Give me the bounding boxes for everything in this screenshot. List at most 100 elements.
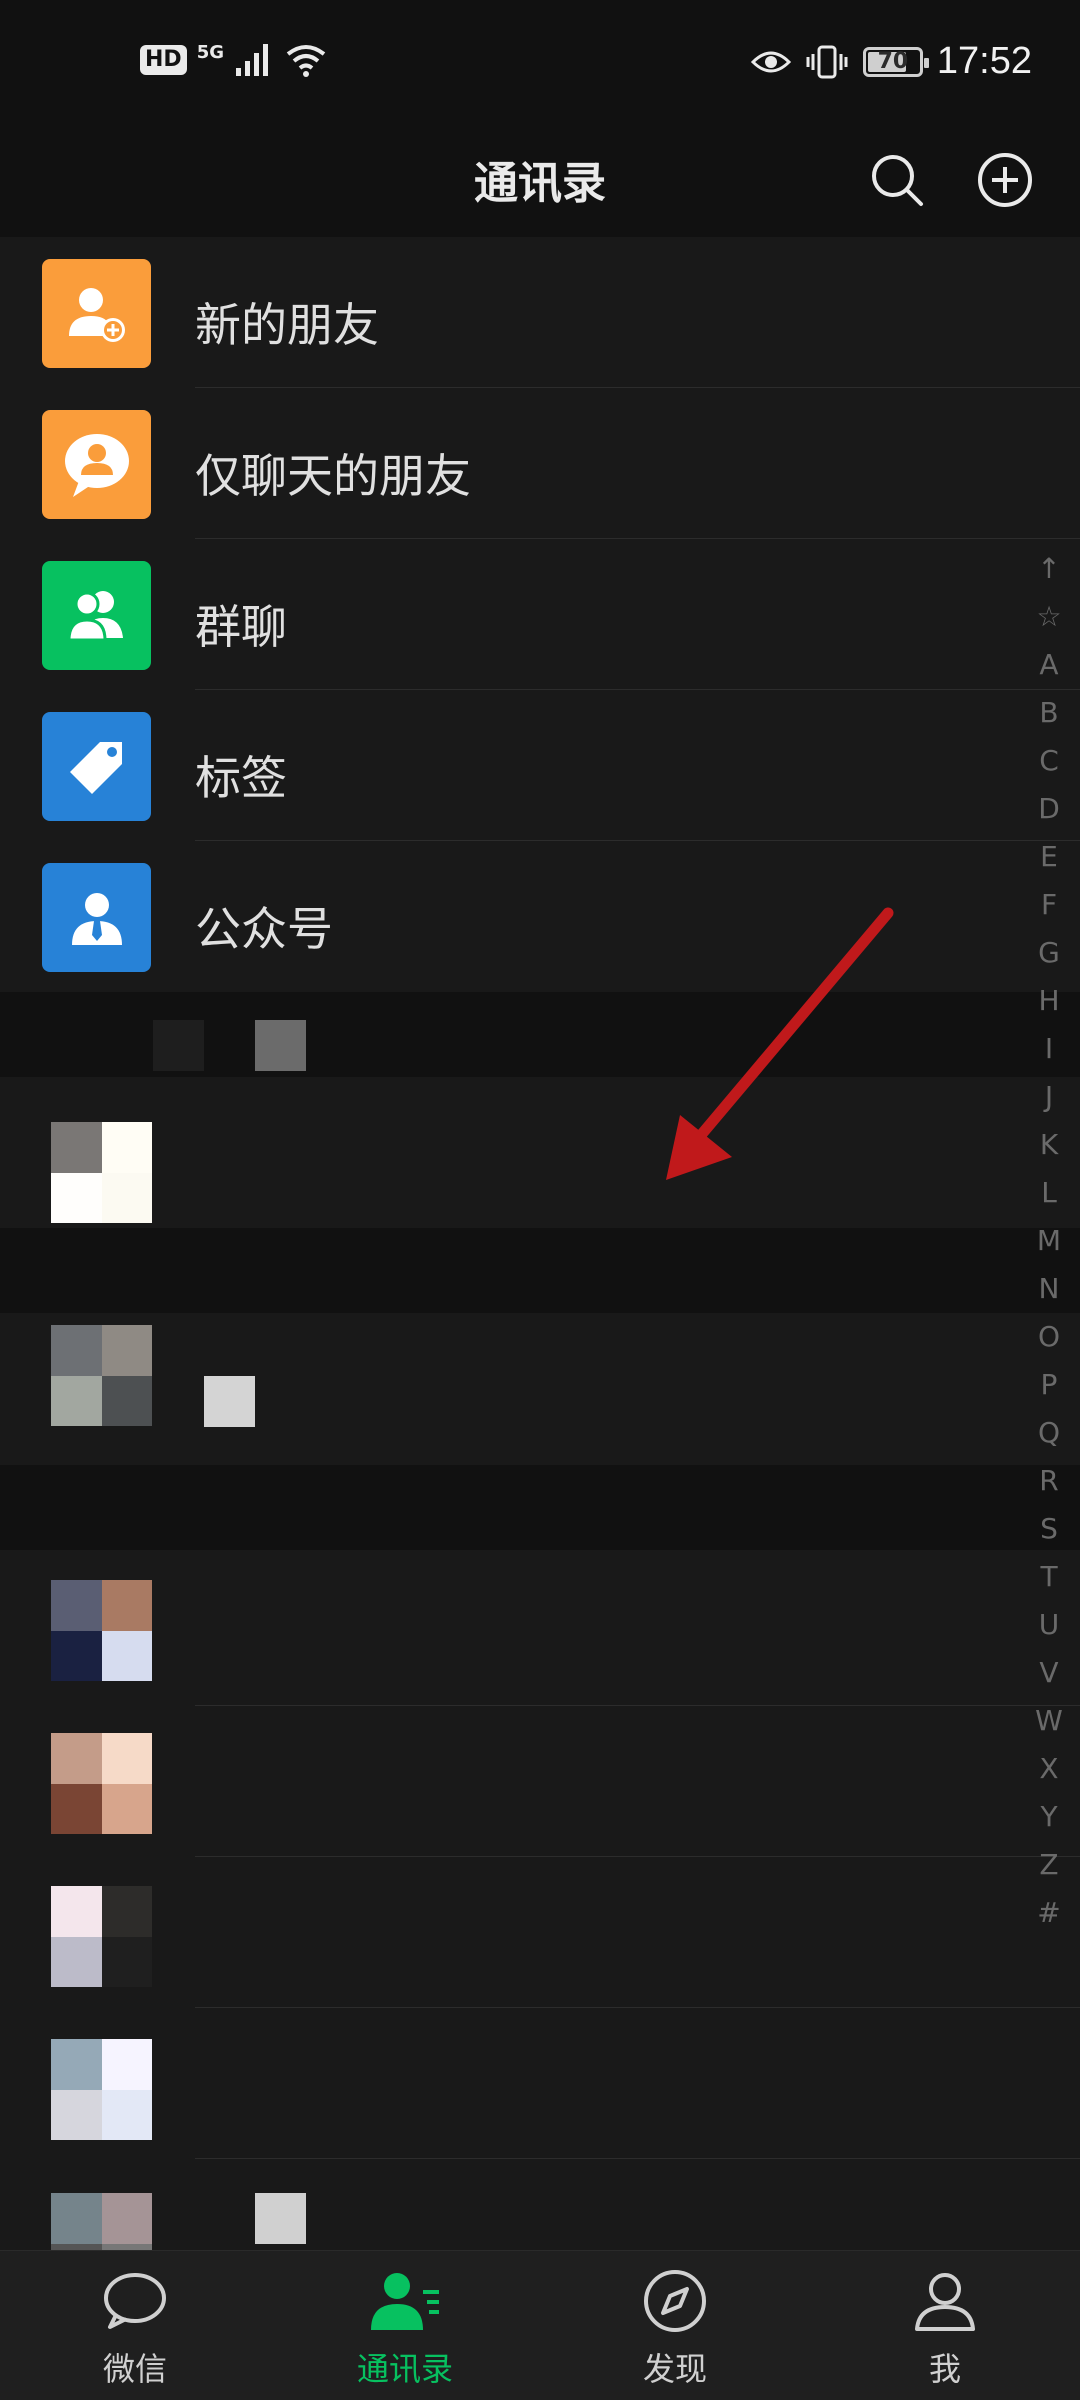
tab-contacts[interactable]: 通讯录 (270, 2251, 540, 2400)
tab-label: 发现 (642, 2350, 707, 2388)
index-letter[interactable]: S (1025, 1505, 1073, 1553)
tab-label: 通讯录 (356, 2350, 453, 2388)
index-letter[interactable]: F (1025, 881, 1073, 929)
index-letter[interactable]: J (1025, 1073, 1073, 1121)
status-left: HD 5G (140, 42, 328, 78)
index-letter[interactable]: X (1025, 1745, 1073, 1793)
tab-label: 微信 (102, 2350, 167, 2388)
plus-circle-icon (978, 153, 1032, 207)
entry-label: 公众号 (195, 902, 333, 956)
contact-row[interactable] (0, 1555, 1080, 1706)
index-letter[interactable]: B (1025, 689, 1073, 737)
entry-group-chats[interactable]: 群聊 (0, 539, 1080, 690)
entry-label: 仅聊天的朋友 (195, 449, 471, 503)
add-friend-icon (68, 287, 125, 342)
avatar (51, 2039, 152, 2140)
section-header (0, 1228, 1080, 1313)
signal-icon (236, 44, 268, 76)
index-letter[interactable]: V (1025, 1649, 1073, 1697)
redacted-block (255, 1020, 306, 1071)
tab-bar: 微信 通讯录 发现 我 (0, 2250, 1080, 2400)
status-bar: HD 5G 70 17:52 (0, 0, 1080, 125)
index-letter[interactable]: E (1025, 833, 1073, 881)
index-letter[interactable]: ↑ (1025, 545, 1073, 593)
tab-me[interactable]: 我 (810, 2251, 1080, 2400)
contact-row[interactable] (0, 1857, 1080, 2008)
index-letter[interactable]: Q (1025, 1409, 1073, 1457)
index-letter[interactable]: Z (1025, 1841, 1073, 1889)
contact-row[interactable] (0, 2008, 1080, 2159)
index-letter[interactable]: G (1025, 929, 1073, 977)
index-letter[interactable]: A (1025, 641, 1073, 689)
function-list: 新的朋友 仅聊天的朋友 群聊 标签 公众号 (0, 237, 1080, 992)
avatar (51, 1122, 152, 1223)
redacted-block (153, 1020, 204, 1071)
index-letter[interactable]: N (1025, 1265, 1073, 1313)
person-icon (915, 2273, 975, 2331)
search-icon (872, 155, 923, 206)
entry-icon-tile (42, 561, 151, 670)
index-letter[interactable]: Y (1025, 1793, 1073, 1841)
contact-row[interactable] (0, 1706, 1080, 1857)
index-letter[interactable]: M (1025, 1217, 1073, 1265)
battery-level: 70 (877, 49, 909, 74)
alphabet-index[interactable]: ↑ ☆ A B C D E F G H I J K L M N O P Q R … (1025, 545, 1073, 1937)
hd-badge: HD (140, 45, 187, 75)
entry-label: 新的朋友 (195, 298, 379, 352)
index-letter[interactable]: H (1025, 977, 1073, 1025)
app-header: 通讯录 (0, 125, 1080, 237)
battery-indicator: 70 (862, 46, 929, 77)
chat-only-friend-icon (64, 433, 129, 497)
clock: 17:52 (936, 40, 1032, 82)
eye-icon (750, 51, 791, 72)
network-type: 5G (196, 42, 224, 63)
entry-label: 标签 (195, 751, 287, 805)
section-header (0, 1465, 1080, 1550)
contacts-icon (371, 2273, 439, 2330)
contact-row[interactable] (0, 2159, 1080, 2250)
section-header (0, 992, 1080, 1077)
search-button[interactable] (862, 145, 932, 215)
entry-new-friends[interactable]: 新的朋友 (0, 237, 1080, 388)
index-letter[interactable]: I (1025, 1025, 1073, 1073)
entry-icon-tile (42, 410, 151, 519)
avatar (51, 1325, 152, 1426)
index-letter[interactable]: W (1025, 1697, 1073, 1745)
index-letter[interactable]: T (1025, 1553, 1073, 1601)
entry-icon-tile (42, 712, 151, 821)
avatar (51, 1886, 152, 1987)
entry-icon-tile (42, 863, 151, 972)
tab-discover[interactable]: 发现 (540, 2251, 810, 2400)
vibrate-icon (806, 45, 848, 78)
tag-icon (69, 741, 122, 794)
entry-label: 群聊 (195, 600, 287, 654)
redacted-block (255, 2193, 306, 2244)
entry-tags[interactable]: 标签 (0, 690, 1080, 841)
index-letter[interactable]: ☆ (1025, 593, 1073, 641)
annotation-arrow-icon (666, 907, 894, 1180)
index-letter[interactable]: # (1025, 1889, 1073, 1937)
chat-bubble-icon (104, 2273, 166, 2329)
index-letter[interactable]: R (1025, 1457, 1073, 1505)
official-account-icon (71, 892, 122, 945)
index-letter[interactable]: O (1025, 1313, 1073, 1361)
contact-row[interactable] (0, 1313, 1080, 1464)
index-letter[interactable]: D (1025, 785, 1073, 833)
index-letter[interactable]: U (1025, 1601, 1073, 1649)
tab-chats[interactable]: 微信 (0, 2251, 270, 2400)
index-letter[interactable]: P (1025, 1361, 1073, 1409)
index-letter[interactable]: K (1025, 1121, 1073, 1169)
avatar (51, 1580, 152, 1681)
contact-row[interactable] (0, 1077, 1080, 1228)
avatar (51, 1733, 152, 1834)
compass-icon (644, 2270, 706, 2332)
avatar (51, 2193, 152, 2250)
wifi-icon (286, 45, 326, 77)
entry-official-accounts[interactable]: 公众号 (0, 841, 1080, 992)
group-chat-icon (66, 590, 123, 641)
entry-icon-tile (42, 259, 151, 368)
add-button[interactable] (970, 145, 1040, 215)
index-letter[interactable]: L (1025, 1169, 1073, 1217)
entry-chat-only-friends[interactable]: 仅聊天的朋友 (0, 388, 1080, 539)
index-letter[interactable]: C (1025, 737, 1073, 785)
